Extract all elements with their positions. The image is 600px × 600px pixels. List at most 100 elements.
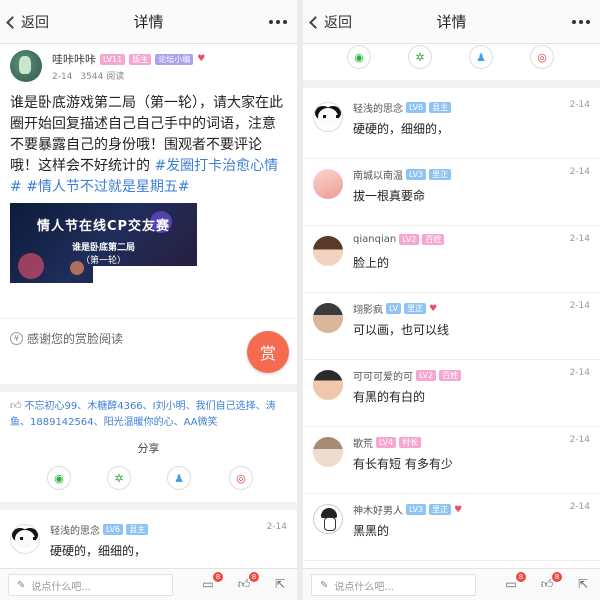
commenter-row: 南城以南温 LV3 里正 xyxy=(353,167,452,182)
image-title: 情人节在线CP交友赛 xyxy=(36,219,171,234)
level-badge: LV2 xyxy=(416,370,437,381)
commenter-row: 翊影疯 LV 里正 ♥ xyxy=(353,301,437,316)
share-label: 分享 xyxy=(137,442,160,455)
back-button[interactable]: 返回 xyxy=(309,12,352,32)
moments-icon[interactable]: ✲ xyxy=(408,45,432,69)
author-name[interactable]: 哇咔咔咔 xyxy=(52,51,96,67)
commenter-avatar[interactable] xyxy=(313,437,343,467)
comment-text: 硬硬的，细细的， xyxy=(353,122,450,136)
comment-item[interactable]: 可可可爱的可 LV2 百姓 2-14 有黑的有白的 xyxy=(303,360,600,427)
comment-date: 2-14 xyxy=(569,100,590,110)
comment-placeholder: 说点什么吧... xyxy=(31,581,91,593)
commenter-name[interactable]: 轻浅的思念 xyxy=(353,100,403,115)
share-row: ◉ ✲ ♟ ◎ xyxy=(0,466,297,496)
share-icon[interactable]: ⇱ xyxy=(272,577,288,591)
bottom-bar: ✎ 说点什么吧... ▭ 8 👍︎ 8 ⇱ xyxy=(0,568,297,600)
post-date: 2-14 xyxy=(52,72,73,82)
wechat-icon[interactable]: ◉ xyxy=(47,466,71,490)
level-badge: LV4 xyxy=(376,437,397,448)
more-icon[interactable] xyxy=(269,20,287,24)
like-count-badge: 8 xyxy=(249,572,259,582)
level-badge: LV3 xyxy=(406,504,427,515)
commenter-name[interactable]: 南城以南温 xyxy=(353,167,403,182)
comment-count-badge: 8 xyxy=(213,572,223,582)
pencil-icon: ✎ xyxy=(320,579,329,591)
author-avatar[interactable] xyxy=(10,50,42,82)
like-icon[interactable]: 👍︎ 8 xyxy=(539,572,562,591)
comment-placeholder: 说点什么吧... xyxy=(334,581,394,593)
title-badge: 里正 xyxy=(404,303,427,314)
comment-date: 2-14 xyxy=(569,368,590,378)
commenter-avatar[interactable] xyxy=(313,370,343,400)
comment-icon[interactable]: ▭ 8 xyxy=(200,572,223,591)
commenter-avatar[interactable] xyxy=(313,102,343,132)
commenter-avatar[interactable] xyxy=(10,524,40,554)
comment-text: 硬硬的，细细的， xyxy=(50,544,147,558)
qq-icon[interactable]: ♟ xyxy=(167,466,191,490)
commenter-avatar[interactable] xyxy=(313,303,343,333)
qq-icon[interactable]: ♟ xyxy=(469,45,493,69)
reward-button[interactable]: 赏 xyxy=(247,331,289,373)
level-badge: LV2 xyxy=(399,234,420,245)
left-screen: 返回 详情 哇咔咔咔 LV11 版主 论坛小编 ♥ 2-14 3544 阅读 谁是… xyxy=(0,0,297,600)
commenter-row: 轻浅的思念 LV6 县主 xyxy=(50,522,149,537)
image-round: （第一轮） xyxy=(80,256,126,266)
commenter-name[interactable]: 翊影疯 xyxy=(353,301,383,316)
commenter-name[interactable]: 轻浅的思念 xyxy=(50,522,100,537)
moments-icon[interactable]: ✲ xyxy=(107,466,131,490)
comment-icon[interactable]: ▭ 8 xyxy=(503,572,526,591)
liked-users[interactable]: 不忘初心99、木糖醇4366、I刘小明、我们自己选择、涛鱼、1889142564… xyxy=(10,401,276,428)
comment-date: 2-14 xyxy=(266,522,287,532)
topic-tag[interactable]: #情人节不过就是星期五# xyxy=(26,179,189,195)
heart-icon: ♥ xyxy=(197,54,206,64)
commenter-name[interactable]: 神木好男人 xyxy=(353,502,403,517)
section-gap xyxy=(0,502,297,510)
page-title: 详情 xyxy=(436,13,467,31)
share-row: ◉ ✲ ♟ ◎ xyxy=(303,45,600,75)
comment-date: 2-14 xyxy=(569,234,590,244)
comment-item[interactable]: 翊影疯 LV 里正 ♥ 2-14 可以画，也可以线 xyxy=(303,293,600,360)
like-count-badge: 8 xyxy=(552,572,562,582)
screens: 返回 详情 哇咔咔咔 LV11 版主 论坛小编 ♥ 2-14 3544 阅读 谁是… xyxy=(0,0,600,600)
commenter-row: qianqian LV2 百姓 xyxy=(353,234,445,245)
heart-icon: ♥ xyxy=(454,504,463,515)
commenter-avatar[interactable] xyxy=(313,169,343,199)
level-badge: LV6 xyxy=(103,524,124,535)
wechat-icon[interactable]: ◉ xyxy=(347,45,371,69)
comment-text: 黑黑的 xyxy=(353,524,390,538)
commenter-row: 神木好男人 LV3 里正 ♥ xyxy=(353,502,462,517)
share-icon[interactable]: ⇱ xyxy=(575,577,591,591)
like-icon[interactable]: 👍︎ 8 xyxy=(236,572,259,591)
comment-text: 脸上的 xyxy=(353,256,390,270)
title-badge: 百姓 xyxy=(439,370,462,381)
comment-item[interactable]: 南城以南温 LV3 里正 2-14 拔一根真要命 xyxy=(303,159,600,226)
commenter-avatar[interactable] xyxy=(313,236,343,266)
comment-input[interactable]: ✎ 说点什么吧... xyxy=(311,574,476,596)
title-badge: 里正 xyxy=(429,504,452,515)
comment-date: 2-14 xyxy=(569,167,590,177)
comment-item[interactable]: 神木好男人 LV3 里正 ♥ 2-14 黑黑的 xyxy=(303,494,600,561)
more-icon[interactable] xyxy=(572,20,590,24)
read-count: 3544 阅读 xyxy=(80,72,125,82)
commenter-name[interactable]: qianqian xyxy=(353,234,396,245)
image-subtitle: 谁是卧底第二局 xyxy=(71,243,135,253)
chevron-left-icon xyxy=(309,15,322,29)
commenter-avatar[interactable] xyxy=(313,504,343,534)
title-badge: 村长 xyxy=(399,437,422,448)
chevron-left-icon xyxy=(6,15,19,29)
comment-item[interactable]: 歌荒 LV4 村长 2-14 有长有短 有多有少 xyxy=(303,427,600,494)
image-overlay xyxy=(93,266,197,284)
reward-text: 感谢您的赏脸阅读 xyxy=(27,332,124,346)
back-button[interactable]: 返回 xyxy=(6,12,49,32)
post-meta: 2-14 3544 阅读 xyxy=(52,69,124,82)
weibo-icon[interactable]: ◎ xyxy=(229,466,253,490)
weibo-icon[interactable]: ◎ xyxy=(530,45,554,69)
comment-text: 有长有短 有多有少 xyxy=(353,457,453,471)
commenter-name[interactable]: 歌荒 xyxy=(353,435,373,450)
comment-item[interactable]: 轻浅的思念 LV6 县主 2-14 硬硬的，细细的， xyxy=(303,92,600,159)
forum-badge: 论坛小编 xyxy=(155,53,194,65)
comment-input[interactable]: ✎ 说点什么吧... xyxy=(8,574,173,596)
comment-item[interactable]: qianqian LV2 百姓 2-14 脸上的 xyxy=(303,226,600,293)
commenter-name[interactable]: 可可可爱的可 xyxy=(353,368,413,383)
comment-count-badge: 8 xyxy=(516,572,526,582)
